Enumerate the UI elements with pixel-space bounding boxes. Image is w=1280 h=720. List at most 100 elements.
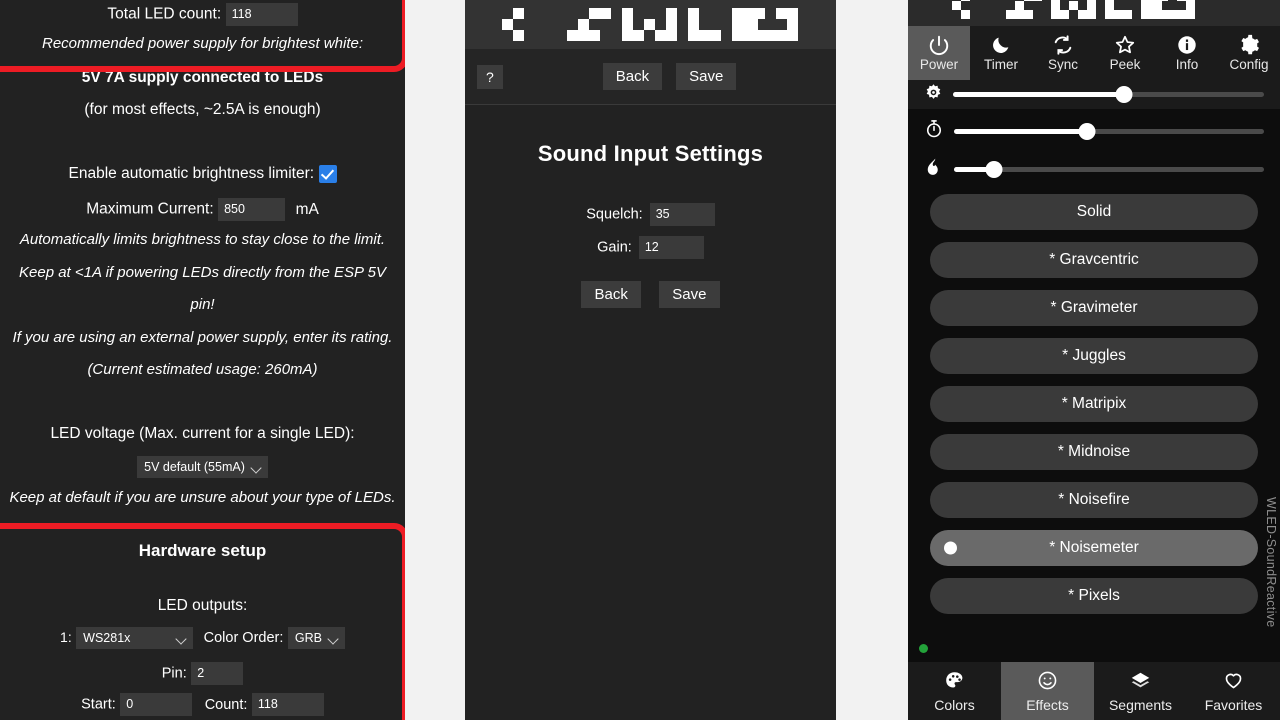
- max-current-label: Maximum Current:: [86, 200, 214, 218]
- brightness-slider-knob[interactable]: [1115, 86, 1133, 103]
- tab-timer[interactable]: Timer: [970, 26, 1032, 80]
- effect-button-label: Solid: [1076, 203, 1112, 220]
- bottom-nav-favorites[interactable]: Favorites: [1187, 662, 1280, 720]
- effect-button-label: * Gravimeter: [1050, 299, 1138, 316]
- effect-selected-dot: [944, 541, 957, 555]
- sync-icon: [1052, 34, 1074, 56]
- max-current-row: Maximum Current: 850 mA: [0, 198, 405, 221]
- back-button-bottom[interactable]: Back: [581, 281, 641, 308]
- brightness-limiter-row: Enable automatic brightness limiter:: [0, 165, 405, 183]
- led-voltage-select-row: 5V default (55mA): [0, 456, 405, 478]
- limiter-note-4-text: (Current estimated usage: 260mA): [87, 361, 318, 378]
- effect-button[interactable]: * Noisemeter: [930, 530, 1258, 566]
- star-icon: [1114, 34, 1136, 56]
- count-input[interactable]: 118: [251, 693, 324, 716]
- limiter-note-3-text: If you are using an external power suppl…: [12, 329, 393, 346]
- gain-label: Gain:: [597, 239, 632, 256]
- speed-slider[interactable]: [954, 123, 1264, 141]
- output-index-label: 1:: [60, 629, 72, 646]
- pin-label: Pin:: [161, 665, 187, 682]
- limiter-note-2: Keep at <1A if powering LEDs directly fr…: [0, 264, 405, 282]
- effect-button[interactable]: * Matripix: [930, 386, 1258, 422]
- effect-button[interactable]: * Gravimeter: [930, 290, 1258, 326]
- brightness-limiter-checkbox[interactable]: [318, 165, 337, 183]
- effect-button-label: * Matripix: [1061, 395, 1127, 412]
- brightness-slider-row: [908, 80, 1280, 109]
- tab-info-label: Info: [1175, 57, 1199, 72]
- effect-button[interactable]: * Noisefire: [930, 482, 1258, 518]
- brand-label: WLED-SoundReactive: [1264, 497, 1278, 628]
- total-led-count-row: Total LED count: 118: [0, 3, 405, 26]
- led-preferences-panel: Total LED count: 118 Recommended power s…: [0, 0, 405, 720]
- page-title: Sound Input Settings: [537, 141, 764, 166]
- save-button-top[interactable]: Save: [676, 63, 737, 90]
- screenshot-root: Total LED count: 118 Recommended power s…: [0, 0, 1280, 720]
- start-input[interactable]: 0: [120, 693, 193, 716]
- supply-sub: (for most effects, ~2.5A is enough): [0, 101, 405, 119]
- led-type-value: WS281x: [83, 631, 131, 645]
- intensity-slider-row: [924, 157, 1264, 182]
- effect-button[interactable]: Solid: [930, 194, 1258, 230]
- panel-gap-left: [405, 0, 465, 720]
- led-voltage-select[interactable]: 5V default (55mA): [137, 456, 268, 478]
- bottom-nav-colors[interactable]: Colors: [908, 662, 1001, 720]
- limiter-note-2b-text: pin!: [190, 296, 215, 313]
- limiter-note-3: If you are using an external power suppl…: [0, 329, 405, 347]
- squelch-input[interactable]: 35: [649, 203, 715, 226]
- help-button[interactable]: ?: [477, 64, 503, 89]
- save-button-bottom[interactable]: Save: [659, 281, 720, 308]
- bottom-nav-favorites-label: Favorites: [1204, 696, 1263, 713]
- bottom-nav-segments-label: Segments: [1108, 696, 1173, 713]
- limiter-note-2-text: Keep at <1A if powering LEDs directly fr…: [19, 264, 386, 281]
- supply-line: 5V 7A supply connected to LEDs: [0, 69, 405, 87]
- tab-peek-label: Peek: [1109, 57, 1141, 72]
- brightness-icon: [924, 83, 943, 107]
- led-outputs-label: LED outputs:: [157, 597, 248, 614]
- hardware-setup-title-row: Hardware setup: [0, 541, 405, 561]
- max-current-input[interactable]: 850: [218, 198, 286, 221]
- led-type-select[interactable]: WS281x: [76, 627, 194, 649]
- moon-icon: [990, 34, 1012, 56]
- back-button-top[interactable]: Back: [602, 63, 663, 90]
- speed-slider-row: [924, 119, 1264, 144]
- effect-button[interactable]: * Juggles: [930, 338, 1258, 374]
- led-output-row-1: 1: WS281x Color Order: GRB: [0, 627, 405, 649]
- total-led-count-input[interactable]: 118: [225, 3, 298, 26]
- tab-peek[interactable]: Peek: [1094, 26, 1156, 80]
- effect-slider-group: [908, 109, 1280, 188]
- chevron-down-icon: [252, 463, 261, 472]
- gear-icon: [1238, 34, 1260, 56]
- effect-button[interactable]: * Pixels: [930, 578, 1258, 614]
- led-voltage-label: LED voltage (Max. current for a single L…: [50, 425, 355, 442]
- effect-button-label: * Noisemeter: [1049, 539, 1139, 556]
- intensity-slider[interactable]: [954, 161, 1264, 179]
- palette-icon: [944, 670, 965, 694]
- tab-power[interactable]: Power: [908, 26, 970, 80]
- brightness-limiter-label: Enable automatic brightness limiter:: [68, 165, 315, 183]
- wled-logo-icon: [502, 8, 798, 41]
- tab-config[interactable]: Config: [1218, 26, 1280, 80]
- flame-icon: [924, 157, 944, 182]
- limiter-note-2b: pin!: [0, 296, 405, 314]
- intensity-slider-knob[interactable]: [985, 161, 1003, 178]
- effect-button[interactable]: * Midnoise: [930, 434, 1258, 470]
- effect-button[interactable]: * Gravcentric: [930, 242, 1258, 278]
- wled-app-panel: Power Timer Sync Peek Info Config Solid …: [908, 0, 1280, 720]
- bottom-nav-effects[interactable]: Effects: [1001, 662, 1094, 720]
- speed-slider-knob[interactable]: [1078, 123, 1096, 140]
- color-order-select[interactable]: GRB: [287, 627, 345, 649]
- color-order-label: Color Order:: [203, 630, 284, 647]
- chevron-down-icon: [177, 634, 186, 643]
- tab-sync[interactable]: Sync: [1032, 26, 1094, 80]
- gain-input[interactable]: 12: [638, 236, 704, 259]
- tab-info[interactable]: Info: [1156, 26, 1218, 80]
- pin-input[interactable]: 2: [191, 662, 244, 685]
- bottom-nav-colors-label: Colors: [934, 696, 975, 713]
- brightness-slider[interactable]: [953, 86, 1264, 104]
- bottom-nav-segments[interactable]: Segments: [1094, 662, 1187, 720]
- effect-button-label: * Juggles: [1062, 347, 1126, 364]
- bottom-nav-bar: Colors Effects Segments Favorites: [908, 662, 1280, 720]
- max-current-unit: mA: [295, 200, 319, 218]
- effect-button-label: * Midnoise: [1057, 443, 1131, 460]
- power-icon: [928, 34, 950, 56]
